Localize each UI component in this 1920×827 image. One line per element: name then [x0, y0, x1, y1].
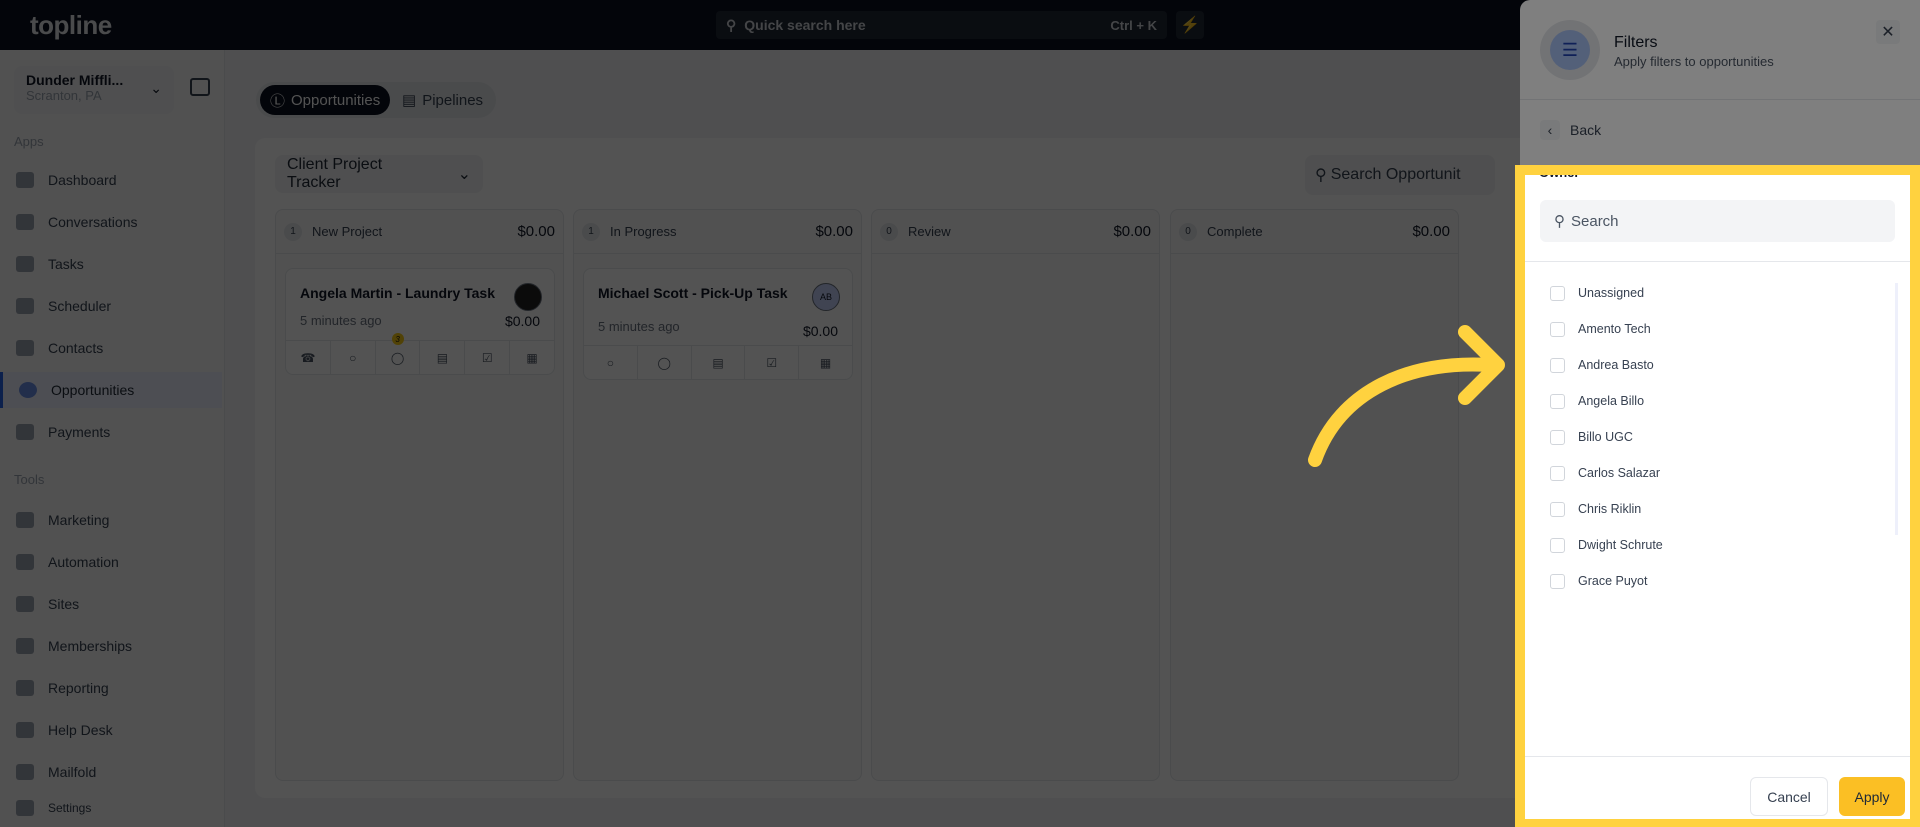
- checkbox[interactable]: [1550, 537, 1565, 553]
- checkbox[interactable]: [1550, 501, 1565, 517]
- owner-option[interactable]: Jim Halpert: [1525, 599, 1910, 610]
- owner-search-input[interactable]: ⚲ Search: [1540, 200, 1895, 242]
- owner-option[interactable]: Billo UGC: [1525, 419, 1910, 455]
- owner-name: Carlos Salazar: [1578, 466, 1660, 480]
- divider: [1525, 261, 1910, 262]
- cancel-button[interactable]: Cancel: [1750, 777, 1828, 816]
- owner-name: Unassigned: [1578, 286, 1645, 300]
- owner-name: Angela Billo: [1578, 394, 1645, 408]
- owner-option[interactable]: Amento Tech: [1525, 311, 1910, 347]
- checkbox[interactable]: [1550, 609, 1565, 610]
- pointer-arrow: [1308, 325, 1505, 467]
- arrow-curve: [1308, 357, 1497, 467]
- scrollbar[interactable]: [1895, 283, 1898, 535]
- owner-name: Chris Riklin: [1578, 502, 1642, 516]
- owner-option[interactable]: Andrea Basto: [1525, 347, 1910, 383]
- owner-option[interactable]: Angela Billo: [1525, 383, 1910, 419]
- checkbox[interactable]: [1550, 573, 1565, 589]
- owner-list: Unassigned Amento Tech Andrea Basto Angela …: [1525, 275, 1910, 610]
- checkbox[interactable]: [1550, 465, 1565, 481]
- owner-option[interactable]: Unassigned: [1525, 275, 1910, 311]
- owner-option[interactable]: Chris Riklin: [1525, 491, 1910, 527]
- owner-option[interactable]: Grace Puyot: [1525, 563, 1910, 599]
- owner-search-placeholder: Search: [1571, 212, 1619, 230]
- apply-button[interactable]: Apply: [1839, 777, 1905, 816]
- owner-name: Grace Puyot: [1578, 574, 1648, 588]
- checkbox[interactable]: [1550, 393, 1565, 409]
- owner-section-label: Owner: [1539, 165, 1580, 180]
- checkbox[interactable]: [1550, 285, 1565, 301]
- search-icon: ⚲: [1554, 213, 1565, 230]
- owner-name: Billo UGC: [1578, 430, 1633, 444]
- owner-name: Andrea Basto: [1578, 358, 1654, 372]
- owner-name: Dwight Schrute: [1578, 538, 1663, 552]
- divider: [1525, 756, 1910, 757]
- owner-name: Amento Tech: [1578, 322, 1651, 336]
- checkbox[interactable]: [1550, 429, 1565, 445]
- checkbox[interactable]: [1550, 357, 1565, 373]
- checkbox[interactable]: [1550, 321, 1565, 337]
- owner-option[interactable]: Dwight Schrute: [1525, 527, 1910, 563]
- owner-option[interactable]: Carlos Salazar: [1525, 455, 1910, 491]
- owner-filter-highlight: Owner ⚲ Search Unassigned Amento Tech Andre…: [1515, 165, 1920, 827]
